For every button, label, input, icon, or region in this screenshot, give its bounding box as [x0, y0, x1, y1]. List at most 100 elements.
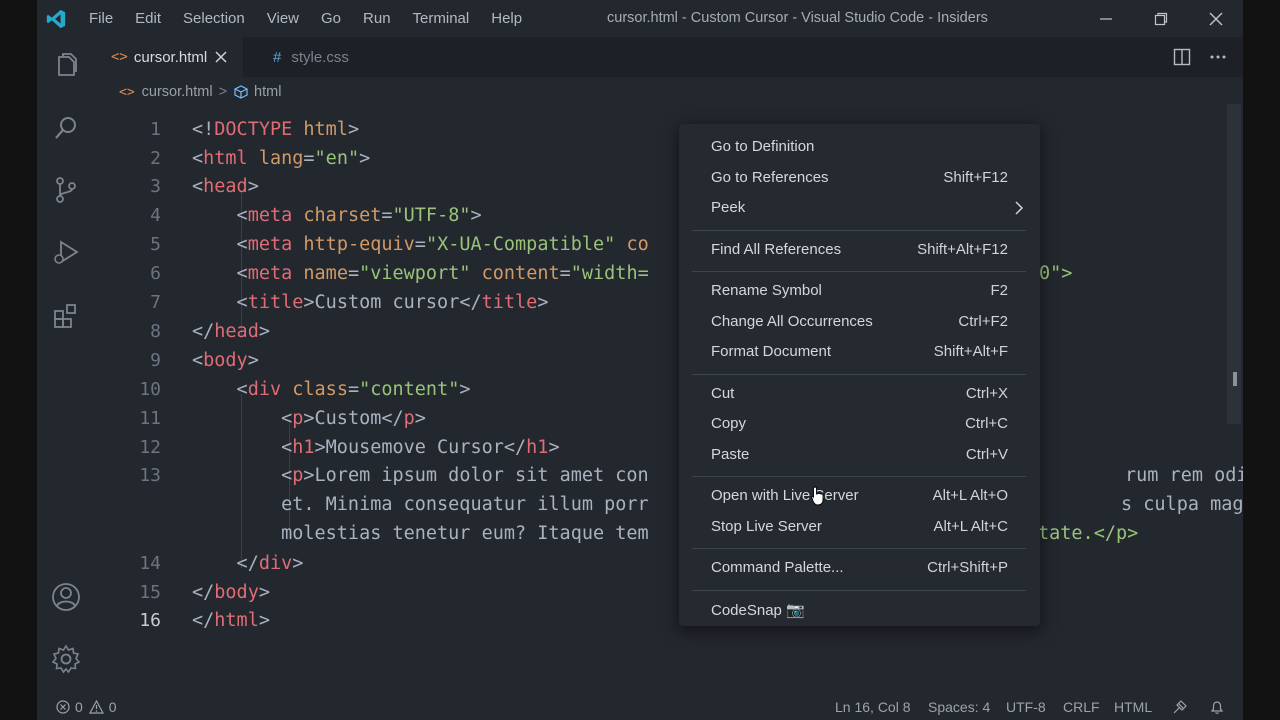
code-token: </	[192, 553, 259, 574]
line-number: 11	[139, 408, 161, 429]
cursor-position[interactable]: Ln 16, Col 8	[835, 699, 911, 715]
code-token: <	[192, 176, 204, 197]
line-number: 14	[139, 553, 161, 574]
context-menu-item[interactable]: Stop Live Server Alt+L Alt+C	[679, 513, 1040, 541]
code-token: molestias tenetur eum? Itaque tem	[192, 523, 649, 544]
close-window-button[interactable]	[1188, 0, 1243, 37]
menu-item-label: Command Palette...	[711, 559, 844, 576]
warning-icon[interactable]	[88, 699, 104, 714]
menu-item-label: Change All Occurrences	[711, 312, 873, 330]
line-number: 8	[150, 321, 161, 342]
menu-edit[interactable]: Edit	[135, 10, 161, 27]
code-line: <body>	[192, 350, 259, 371]
code-line: <p>Custom</p>	[192, 408, 426, 429]
code-token: <	[192, 465, 293, 486]
vscode-logo-icon[interactable]	[45, 8, 67, 30]
code-line-overflow: 0">	[1039, 263, 1073, 284]
code-line: <!DOCTYPE html>	[192, 119, 359, 140]
menu-item-label: Go to References	[711, 168, 829, 186]
line-number: 2	[150, 148, 161, 169]
html-file-icon: <>	[119, 84, 135, 100]
line-number: 5	[150, 234, 161, 255]
code-token: =	[559, 263, 571, 284]
feedback-icon[interactable]	[1172, 699, 1188, 715]
code-token: <	[192, 263, 248, 284]
menu-separator	[692, 548, 1026, 549]
menu-view[interactable]: View	[267, 10, 299, 27]
encoding[interactable]: UTF-8	[1006, 699, 1046, 715]
context-menu-item[interactable]: Change All Occurrences Ctrl+F2	[679, 308, 1040, 336]
context-menu-item[interactable]: Find All References Shift+Alt+F12	[679, 236, 1040, 264]
code-token: class	[292, 379, 348, 400]
breadcrumb-file[interactable]: cursor.html	[142, 84, 213, 100]
extensions-icon[interactable]	[50, 300, 82, 332]
more-actions-icon[interactable]	[1209, 48, 1227, 66]
menu-item-shortcut: Alt+L Alt+C	[933, 517, 1009, 535]
menu-selection[interactable]: Selection	[183, 10, 245, 27]
error-count[interactable]: 0	[75, 699, 83, 715]
code-token: "content"	[359, 379, 460, 400]
mouse-pointer-icon	[811, 486, 824, 506]
menu-separator	[692, 373, 1026, 375]
menu-bar: File Edit Selection View Go Run Terminal Help	[89, 0, 544, 37]
indentation[interactable]: Spaces: 4	[928, 699, 990, 715]
code-token: <	[192, 379, 248, 400]
context-menu-item[interactable]: Paste Ctrl+V	[679, 441, 1040, 469]
code-line: et. Minima consequatur illum porr	[192, 494, 649, 515]
menu-item-label: Find All References	[711, 240, 842, 258]
account-icon[interactable]	[50, 581, 82, 613]
code-token: >	[359, 148, 371, 169]
tab-cursor-html[interactable]: <> cursor.html	[95, 37, 243, 77]
code-token: >	[548, 437, 560, 458]
menu-item-shortcut: F2	[990, 282, 1008, 299]
menu-go[interactable]: Go	[321, 10, 341, 27]
code-token: =	[347, 263, 360, 284]
context-menu-item[interactable]: Peek	[679, 194, 1040, 222]
menu-item-shortcut: Ctrl+X	[965, 384, 1008, 402]
explorer-icon[interactable]	[50, 50, 82, 82]
context-menu-item[interactable]: Go to References Shift+F12	[679, 164, 1040, 192]
code-editor[interactable]: 1 <!DOCTYPE html> 2 <html lang="en"> 3 <head>…	[95, 104, 1243, 693]
code-token: h1	[526, 437, 549, 458]
minimize-button[interactable]	[1078, 0, 1133, 37]
line-number: 7	[150, 292, 161, 313]
code-token: "en"	[314, 148, 360, 169]
search-icon[interactable]	[50, 112, 82, 144]
menu-separator	[692, 476, 1026, 477]
source-control-icon[interactable]	[50, 174, 82, 206]
menu-terminal[interactable]: Terminal	[413, 10, 470, 27]
context-menu-item[interactable]: Cut Ctrl+X	[679, 380, 1040, 408]
line-number: 4	[150, 205, 161, 226]
breadcrumb-symbol[interactable]: html	[254, 84, 281, 100]
menu-help[interactable]: Help	[491, 10, 522, 27]
notifications-bell-icon[interactable]	[1209, 699, 1225, 715]
context-menu-item[interactable]: Command Palette... Ctrl+Shift+P	[679, 554, 1040, 582]
context-menu-item[interactable]: Rename Symbol F2	[679, 277, 1040, 305]
context-menu-item[interactable]: Copy Ctrl+C	[679, 410, 1040, 438]
menu-run[interactable]: Run	[363, 10, 391, 27]
menu-file[interactable]: File	[89, 10, 113, 27]
line-ending[interactable]: CRLF	[1063, 699, 1100, 715]
tab-close-icon[interactable]	[215, 51, 227, 63]
menu-separator	[692, 589, 1026, 591]
language-mode[interactable]: HTML	[1114, 699, 1152, 715]
code-token: <	[192, 292, 248, 313]
code-line: </html>	[192, 610, 270, 631]
settings-gear-icon[interactable]	[50, 643, 82, 675]
run-debug-icon[interactable]	[50, 237, 82, 269]
split-editor-icon[interactable]	[1173, 48, 1191, 66]
error-icon[interactable]	[56, 699, 70, 714]
line-number: 10	[139, 379, 161, 400]
context-menu-item[interactable]: CodeSnap 📷	[679, 596, 1040, 624]
warning-count[interactable]: 0	[109, 699, 117, 715]
code-token: title	[481, 292, 538, 313]
context-menu-item[interactable]: Open with Live Server Alt+L Alt+O	[679, 482, 1040, 510]
tab-style-css[interactable]: # style.css	[243, 37, 393, 77]
code-token: html	[303, 119, 348, 140]
context-menu-item[interactable]: Go to Definition	[679, 133, 1040, 161]
code-line: <head>	[192, 176, 259, 197]
close-icon	[1209, 12, 1222, 25]
restore-button[interactable]	[1133, 0, 1188, 37]
context-menu-item[interactable]: Format Document Shift+Alt+F	[679, 338, 1040, 366]
code-token: http-equiv	[303, 234, 415, 255]
